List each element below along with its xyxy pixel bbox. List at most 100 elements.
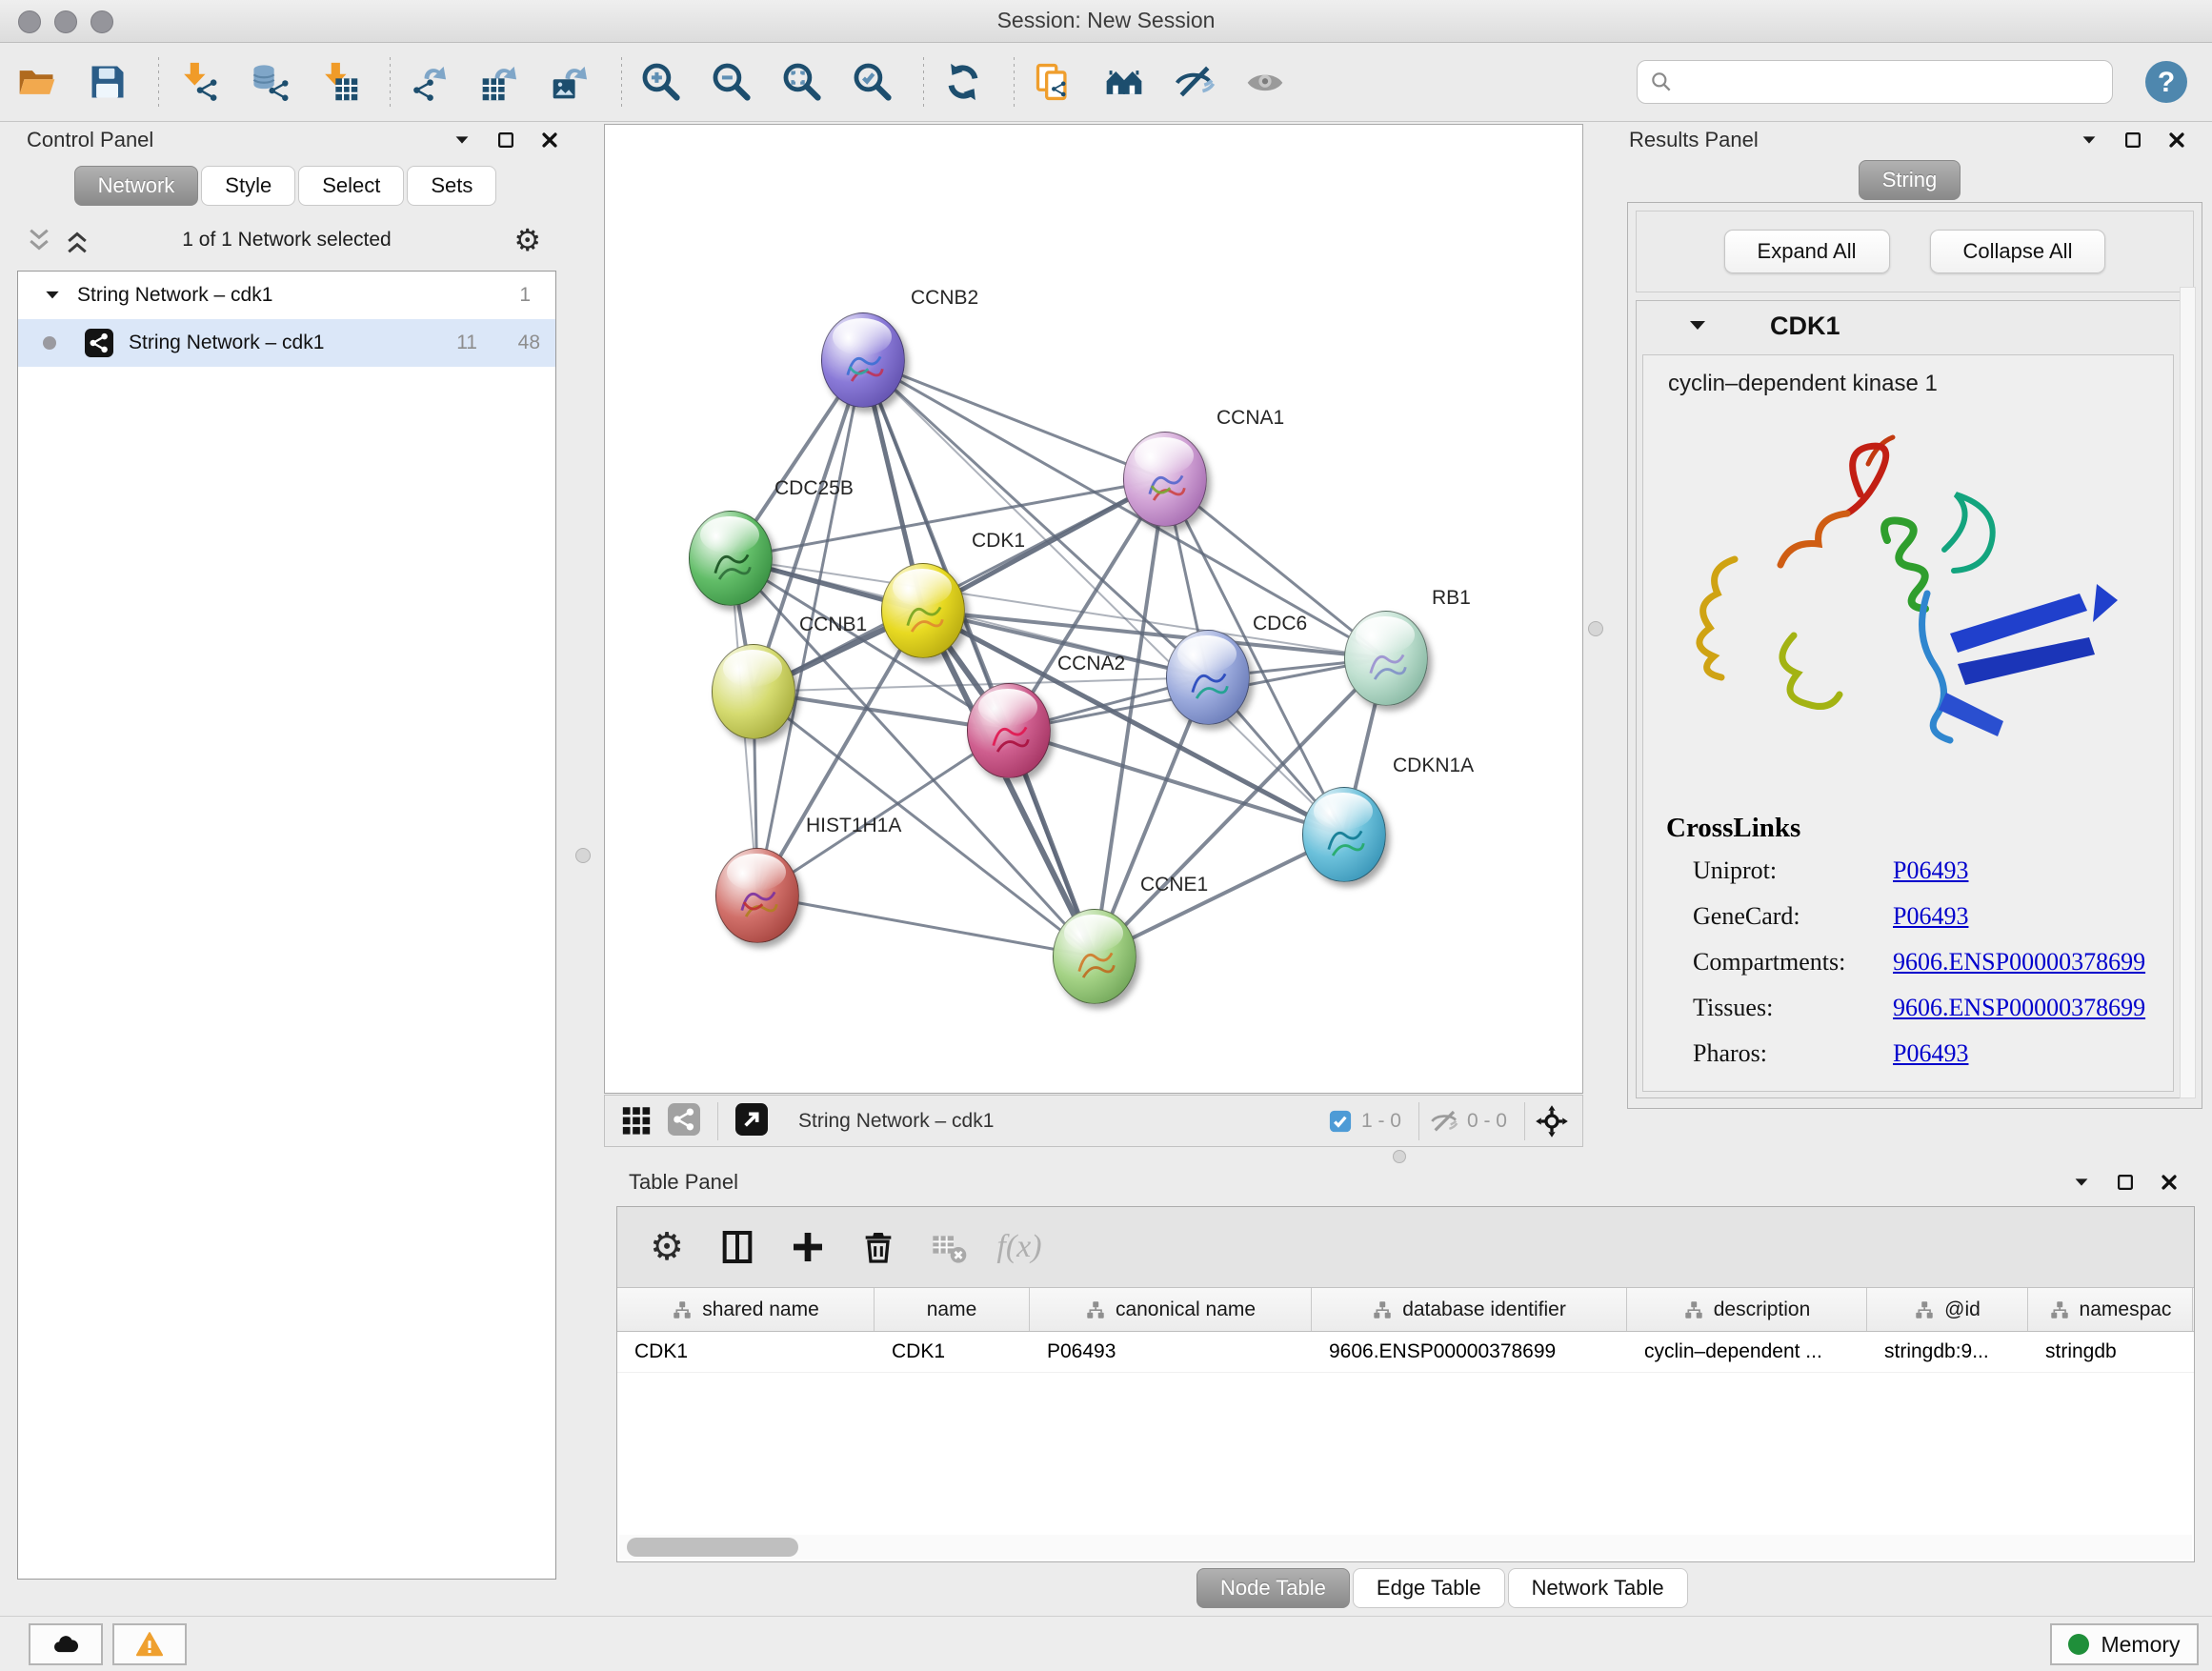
panel-float-icon[interactable] [2115, 1172, 2136, 1193]
warnings-button[interactable] [112, 1623, 187, 1665]
tab-style[interactable]: Style [201, 166, 295, 206]
add-column-button[interactable] [781, 1220, 835, 1274]
table-row[interactable]: CDK1CDK1P064939606.ENSP00000378699cyclin… [617, 1332, 2194, 1373]
results-scrollbar[interactable] [2180, 287, 2196, 1098]
network-options-gear-icon[interactable]: ⚙ [513, 225, 541, 255]
network-edge[interactable] [757, 731, 1009, 896]
column-header--id[interactable]: @id [1867, 1288, 2028, 1331]
tab-string[interactable]: String [1859, 160, 1961, 200]
import-table-button[interactable] [315, 56, 363, 108]
table-settings-gear-button[interactable]: ⚙ [640, 1220, 694, 1274]
panel-close-icon[interactable] [2159, 1172, 2180, 1193]
tab-edge-table[interactable]: Edge Table [1353, 1568, 1505, 1608]
function-builder-button[interactable]: f(x) [993, 1220, 1046, 1274]
crosslink-link[interactable]: 9606.ENSP00000378699 [1893, 948, 2145, 976]
panel-float-icon[interactable] [495, 130, 516, 151]
network-node-cdc6[interactable] [1166, 630, 1250, 725]
table-horizontal-scrollbar[interactable] [619, 1535, 2192, 1560]
tab-node-table[interactable]: Node Table [1196, 1568, 1350, 1608]
zoom-in-button[interactable] [637, 56, 685, 108]
column-header-namespac[interactable]: namespac [2028, 1288, 2193, 1331]
help-button[interactable]: ? [2145, 61, 2187, 103]
memory-button[interactable]: Memory [2050, 1623, 2199, 1665]
crosslink-link[interactable]: P06493 [1893, 902, 1968, 931]
import-database-button[interactable] [245, 56, 292, 108]
table-cell: stringdb [2028, 1332, 2193, 1372]
panel-menu-icon[interactable] [2079, 130, 2100, 151]
network-collection-row[interactable]: String Network – cdk1 1 [18, 272, 555, 319]
network-node-rb1[interactable] [1344, 611, 1428, 706]
network-node-cdk1[interactable] [881, 563, 965, 658]
delete-table-button[interactable] [922, 1220, 975, 1274]
table-toolbar: ⚙ f(x) [617, 1207, 2194, 1288]
scrollbar-thumb[interactable] [627, 1538, 798, 1557]
bottom-splitter-handle[interactable] [1393, 1150, 1406, 1163]
split-panel-button[interactable] [711, 1220, 764, 1274]
network-node-hist1h1a[interactable] [715, 848, 799, 943]
tab-select[interactable]: Select [298, 166, 404, 206]
network-node-ccna1[interactable] [1123, 432, 1207, 527]
zoom-fit-button[interactable] [778, 56, 826, 108]
right-splitter-handle[interactable] [1588, 621, 1603, 636]
network-share-view-icon[interactable] [666, 1103, 702, 1139]
column-header-name[interactable]: name [875, 1288, 1030, 1331]
panel-close-icon[interactable] [2166, 130, 2187, 151]
network-node-ccne1[interactable] [1053, 909, 1136, 1004]
crosslink-link[interactable]: P06493 [1893, 1039, 1968, 1068]
fit-selected-crosshair-icon[interactable] [1535, 1104, 1569, 1138]
search-input[interactable] [1681, 70, 2112, 94]
show-overview-button[interactable] [1241, 56, 1289, 108]
network-edge[interactable] [757, 896, 1095, 956]
column-header-description[interactable]: description [1627, 1288, 1867, 1331]
save-session-button[interactable] [84, 56, 131, 108]
network-status-dot [43, 336, 56, 350]
panel-close-icon[interactable] [539, 130, 560, 151]
column-header-database-identifier[interactable]: database identifier [1312, 1288, 1627, 1331]
string-home-button[interactable] [1100, 56, 1148, 108]
column-header-shared-name[interactable]: shared name [617, 1288, 875, 1331]
panel-menu-icon[interactable] [2071, 1172, 2092, 1193]
search-box[interactable] [1637, 60, 2113, 104]
import-network-button[interactable] [174, 56, 222, 108]
protein-thumbnail-icon [1184, 655, 1234, 711]
open-session-button[interactable] [13, 56, 61, 108]
export-image-button[interactable] [547, 56, 594, 108]
crosslink-link[interactable]: P06493 [1893, 856, 1968, 885]
protein-entry-header[interactable]: CDK1 [1637, 301, 2193, 351]
hidden-eye-icon[interactable] [1429, 1106, 1459, 1137]
tab-network-table[interactable]: Network Table [1508, 1568, 1688, 1608]
tab-network[interactable]: Network [74, 166, 199, 206]
protein-entry-body: cyclin–dependent kinase 1 [1642, 354, 2174, 1092]
selected-checkbox-icon[interactable] [1327, 1108, 1354, 1135]
tab-sets[interactable]: Sets [407, 166, 496, 206]
network-edge[interactable] [863, 360, 1165, 479]
control-panel-title: Control Panel [27, 128, 153, 152]
export-table-button[interactable] [476, 56, 524, 108]
network-node-cdc25b[interactable] [689, 511, 773, 606]
crosslink-link[interactable]: 9606.ENSP00000378699 [1893, 994, 2145, 1022]
network-row[interactable]: String Network – cdk1 11 48 [18, 319, 555, 367]
grid-view-icon[interactable] [618, 1103, 654, 1139]
network-node-ccnb1[interactable] [712, 644, 795, 739]
panel-menu-icon[interactable] [452, 130, 473, 151]
network-view-canvas[interactable]: CCNB2CCNA1CDC25BCDK1CDC6RB1CCNB1CCNA2CDK… [604, 124, 1583, 1094]
entry-expander-icon[interactable] [1686, 314, 1709, 337]
network-node-ccna2[interactable] [967, 683, 1051, 778]
panel-float-icon[interactable] [2122, 130, 2143, 151]
open-in-window-icon[interactable] [734, 1103, 770, 1139]
cloud-status-button[interactable] [29, 1623, 103, 1665]
network-node-ccnb2[interactable] [821, 312, 905, 408]
delete-column-button[interactable] [852, 1220, 905, 1274]
collection-expander-icon[interactable] [43, 286, 62, 305]
hide-panels-button[interactable] [1171, 56, 1218, 108]
duplicate-network-button[interactable] [1030, 56, 1077, 108]
zoom-selected-button[interactable] [849, 56, 896, 108]
zoom-out-button[interactable] [708, 56, 755, 108]
collapse-all-button[interactable]: Collapse All [1930, 230, 2106, 273]
export-network-button[interactable] [406, 56, 453, 108]
left-splitter-handle[interactable] [575, 848, 591, 863]
refresh-view-button[interactable] [939, 56, 987, 108]
expand-all-button[interactable]: Expand All [1724, 230, 1890, 273]
network-node-cdkn1a[interactable] [1302, 787, 1386, 882]
column-header-canonical-name[interactable]: canonical name [1030, 1288, 1312, 1331]
